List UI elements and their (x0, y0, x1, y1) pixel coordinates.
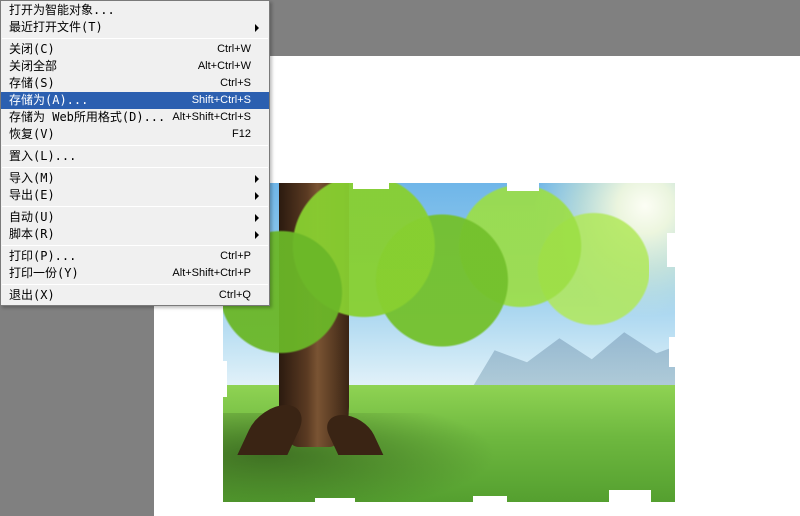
menu-item[interactable]: 关闭全部 Alt+Ctrl+W (1, 58, 269, 75)
menu-separator (2, 206, 268, 207)
menu-item[interactable]: 导出(E) (1, 187, 269, 204)
menu-item-label: 打印一份(Y) (9, 265, 79, 282)
menu-item-label: 关闭全部 (9, 58, 57, 75)
menu-item[interactable]: 打印(P)... Ctrl+P (1, 248, 269, 265)
menu-item[interactable]: 打印一份(Y) Alt+Shift+Ctrl+P (1, 265, 269, 282)
menu-item[interactable]: 脚本(R) (1, 226, 269, 243)
file-context-menu[interactable]: 打开为智能对象...最近打开文件(T) 关闭(C) Ctrl+W 关闭全部 Alt+Ct… (0, 0, 270, 306)
menu-item-label: 打开为智能对象... (9, 2, 115, 19)
menu-item[interactable]: 自动(U) (1, 209, 269, 226)
menu-item-label: 恢复(V) (9, 126, 55, 143)
menu-item[interactable]: 关闭(C) Ctrl+W (1, 41, 269, 58)
menu-separator (2, 284, 268, 285)
menu-item-shortcut: Ctrl+P (220, 248, 251, 265)
menu-separator (2, 167, 268, 168)
menu-item-label: 存储为(A)... (9, 92, 88, 109)
menu-item-label: 存储为 Web所用格式(D)... (9, 109, 165, 126)
menu-item[interactable]: 退出(X) Ctrl+Q (1, 287, 269, 304)
menu-item-shortcut: Alt+Ctrl+W (198, 58, 251, 75)
menu-item-label: 存储(S) (9, 75, 55, 92)
menu-item-shortcut: Shift+Ctrl+S (192, 92, 251, 109)
menu-item[interactable]: 存储(S) Ctrl+S (1, 75, 269, 92)
menu-item-label: 最近打开文件(T) (9, 19, 103, 36)
menu-item[interactable]: 存储为 Web所用格式(D)... Alt+Shift+Ctrl+S (1, 109, 269, 126)
menu-separator (2, 245, 268, 246)
menu-item-label: 脚本(R) (9, 226, 55, 243)
menu-item-label: 关闭(C) (9, 41, 55, 58)
menu-item[interactable]: 恢复(V) F12 (1, 126, 269, 143)
menu-item-shortcut: Alt+Shift+Ctrl+S (172, 109, 251, 126)
menu-item-shortcut: Ctrl+Q (219, 287, 251, 304)
menu-separator (2, 145, 268, 146)
menu-item-label: 导入(M) (9, 170, 55, 187)
menu-item-shortcut: Ctrl+S (220, 75, 251, 92)
menu-item-label: 自动(U) (9, 209, 55, 226)
menu-item[interactable]: 最近打开文件(T) (1, 19, 269, 36)
menu-item-label: 导出(E) (9, 187, 55, 204)
menu-item-label: 退出(X) (9, 287, 55, 304)
menu-item-shortcut: Alt+Shift+Ctrl+P (172, 265, 251, 282)
menu-separator (2, 38, 268, 39)
menu-item[interactable]: 置入(L)... (1, 148, 269, 165)
menu-item[interactable]: 导入(M) (1, 170, 269, 187)
image-content (209, 171, 689, 516)
menu-item[interactable]: 存储为(A)... Shift+Ctrl+S (1, 92, 269, 109)
menu-item-label: 置入(L)... (9, 148, 76, 165)
menu-item[interactable]: 打开为智能对象... (1, 2, 269, 19)
menu-item-shortcut: F12 (232, 126, 251, 143)
menu-item-label: 打印(P)... (9, 248, 76, 265)
menu-item-shortcut: Ctrl+W (217, 41, 251, 58)
